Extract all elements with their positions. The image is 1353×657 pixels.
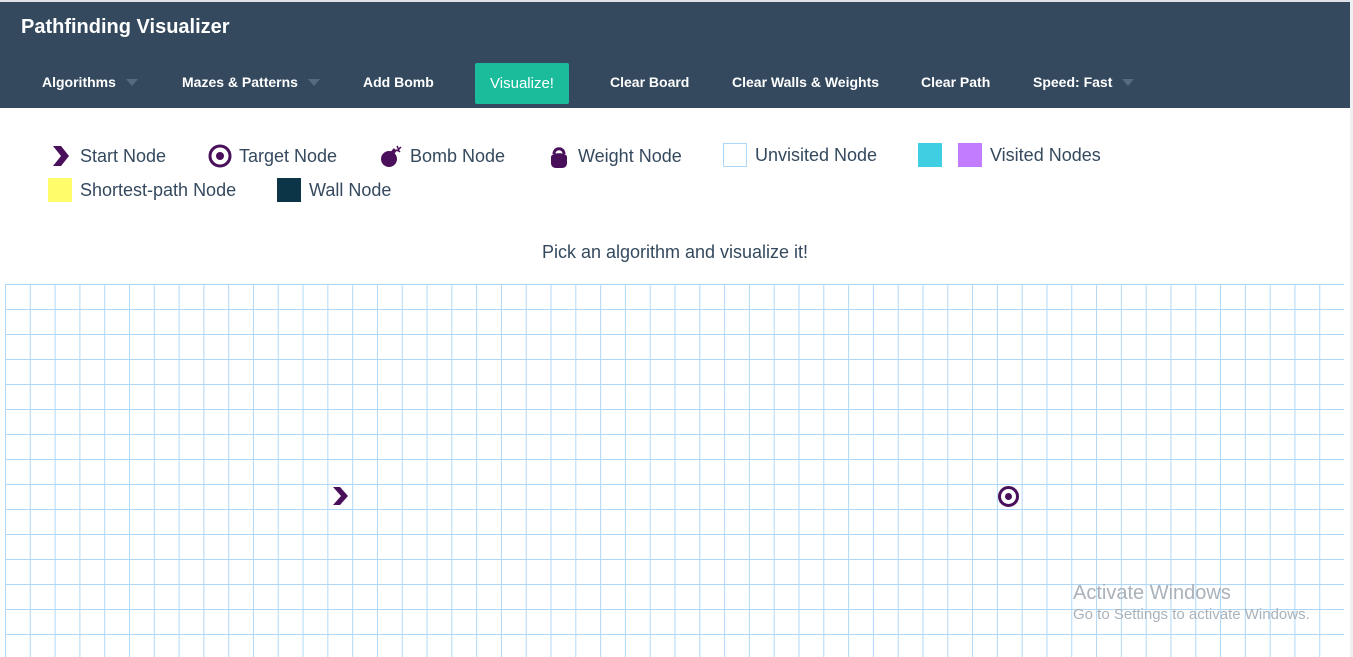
add-bomb-button[interactable]: Add Bomb	[363, 74, 434, 90]
mazes-label: Mazes & Patterns	[182, 74, 298, 90]
unvisited-swatch	[723, 143, 747, 167]
clear-board-button[interactable]: Clear Board	[610, 74, 689, 90]
bomb-icon	[378, 143, 404, 169]
visited-swatch-secondary	[958, 143, 982, 167]
legend-bomb-label: Bomb Node	[410, 145, 506, 166]
start-node[interactable]	[330, 486, 350, 506]
target-circle-icon	[207, 143, 233, 169]
activate-windows-watermark: Activate Windows Go to Settings to activ…	[1073, 582, 1310, 626]
algorithms-dropdown[interactable]: Algorithms	[42, 74, 138, 90]
legend-shortest-path-label: Shortest-path Node	[80, 179, 237, 200]
legend-start: Start Node	[48, 143, 166, 169]
caret-down-icon	[125, 78, 138, 86]
legend-weight-label: Weight Node	[578, 145, 682, 166]
legend-wall: Wall Node	[277, 178, 391, 202]
legend-target: Target Node	[207, 143, 337, 169]
wall-swatch	[277, 178, 301, 202]
legend-target-label: Target Node	[239, 145, 338, 166]
legend-visited: Visited Nodes	[918, 143, 1101, 167]
speed-dropdown[interactable]: Speed: Fast	[1033, 74, 1135, 90]
clear-path-button[interactable]: Clear Path	[921, 74, 990, 90]
watermark-title: Activate Windows	[1073, 582, 1231, 604]
legend-bomb: Bomb Node	[378, 143, 505, 169]
legend-start-label: Start Node	[80, 145, 167, 166]
caret-down-icon	[307, 78, 320, 86]
instruction-text: Pick an algorithm and visualize it!	[541, 242, 809, 262]
legend-wall-label: Wall Node	[309, 179, 392, 200]
visited-swatch-primary	[918, 143, 942, 167]
kettlebell-icon	[546, 143, 572, 169]
caret-down-icon	[1122, 78, 1135, 86]
app-title[interactable]: Pathfinding Visualizer	[21, 16, 230, 39]
target-circle-icon	[998, 486, 1019, 507]
target-node[interactable]	[997, 485, 1020, 508]
shortest-path-swatch	[48, 178, 72, 202]
algorithms-label: Algorithms	[42, 74, 116, 90]
legend-weight: Weight Node	[546, 143, 682, 169]
clear-walls-weights-button[interactable]: Clear Walls & Weights	[732, 74, 879, 90]
mazes-dropdown[interactable]: Mazes & Patterns	[182, 74, 320, 90]
visualize-button[interactable]: Visualize!	[475, 63, 569, 104]
legend-visited-label: Visited Nodes	[990, 144, 1101, 165]
chevron-right-icon	[48, 143, 74, 169]
chevron-right-icon	[333, 487, 348, 505]
legend-shortest-path: Shortest-path Node	[48, 178, 236, 202]
speed-label: Speed: Fast	[1033, 74, 1113, 90]
legend-unvisited-label: Unvisited Node	[755, 144, 878, 165]
watermark-subtitle: Go to Settings to activate Windows.	[1073, 606, 1310, 623]
legend-unvisited: Unvisited Node	[723, 143, 877, 167]
navbar: Pathfinding Visualizer Algorithms Mazes …	[0, 2, 1350, 108]
